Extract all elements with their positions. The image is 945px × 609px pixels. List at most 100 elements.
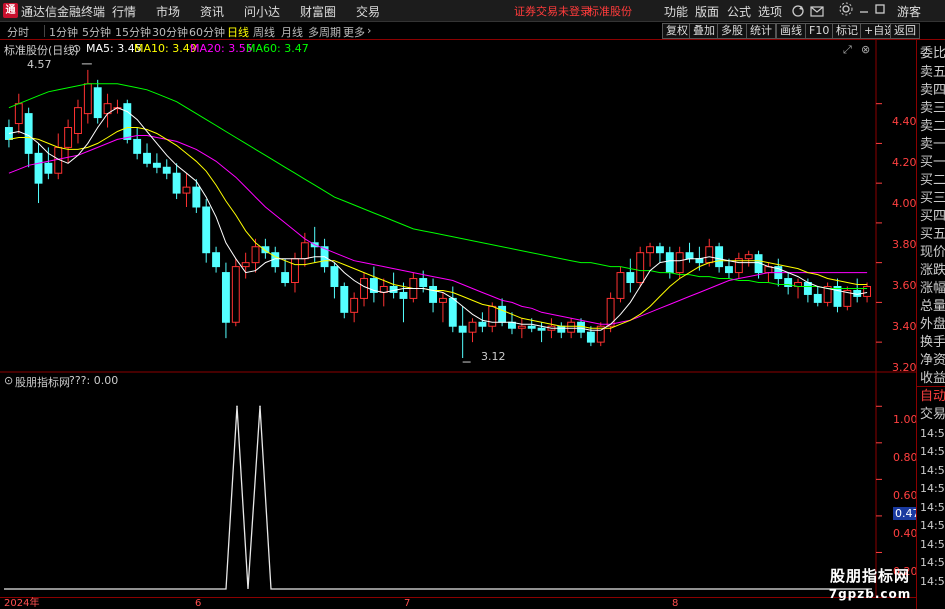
indicator-tick: 0.60 xyxy=(893,489,918,502)
tick-time: 14:56 xyxy=(920,575,945,588)
multi-stock-button[interactable]: 多股 xyxy=(717,23,747,39)
period-weekly[interactable]: 周线 xyxy=(253,24,275,40)
candle-up xyxy=(675,252,684,274)
tick-time: 14:56 xyxy=(920,445,945,458)
close-chart-icon[interactable]: ⊗ xyxy=(861,43,870,56)
app-title: 通达信金融终端 xyxy=(21,5,106,19)
period-15min[interactable]: 15分钟 xyxy=(115,24,151,40)
candle-down xyxy=(813,293,822,303)
candle-up xyxy=(468,321,477,333)
chevron-right-icon[interactable]: › xyxy=(367,24,371,37)
quote-label[interactable]: 买五 xyxy=(920,227,945,243)
settings-icon[interactable] xyxy=(838,2,854,18)
date-label: 6 xyxy=(195,598,202,609)
candle-up xyxy=(705,246,714,264)
period-5min[interactable]: 5分钟 xyxy=(82,24,111,40)
indicator-point xyxy=(236,405,238,408)
legend-ma60: MA60: 3.47 xyxy=(246,42,309,55)
candle-down xyxy=(586,331,595,343)
quote-label[interactable]: 卖五 xyxy=(920,65,945,81)
candle-down xyxy=(803,282,812,295)
candle-down xyxy=(281,272,290,284)
menu-trade[interactable]: 交易 xyxy=(356,3,380,20)
mark-button[interactable]: 标记 xyxy=(832,23,862,39)
candle-down xyxy=(143,152,151,164)
ma20-line xyxy=(8,135,868,325)
watermark: 股朋指标网 7gpzb.com xyxy=(820,566,920,609)
period-30min[interactable]: 30分钟 xyxy=(152,24,188,40)
candle-up xyxy=(438,297,447,303)
candle-down xyxy=(429,285,438,303)
back-button[interactable]: 返回 xyxy=(890,23,920,39)
menu-layout[interactable]: 版面 xyxy=(695,3,719,20)
legend-toggle-icon[interactable]: ⊙ xyxy=(72,42,81,55)
quote-label[interactable]: 卖四 xyxy=(920,83,945,99)
candle-down xyxy=(399,291,408,299)
period-monthly[interactable]: 月线 xyxy=(281,24,303,40)
tick-time: 14:56 xyxy=(920,501,945,514)
email-icon[interactable] xyxy=(810,6,824,17)
quote-label: 换手 xyxy=(920,335,945,350)
chart-area[interactable]: 标准股份(日线) ⊙ MA5: 3.45 MA10: 3.49 MA20: 3.… xyxy=(0,40,922,600)
period-60min[interactable]: 60分钟 xyxy=(189,24,225,40)
period-intraday[interactable]: 分时 xyxy=(7,24,29,40)
menu-function[interactable]: 功能 xyxy=(664,3,688,20)
quote-label[interactable]: 买一 xyxy=(920,155,945,171)
candle-down xyxy=(162,166,171,174)
watermark-title: 股朋指标网 xyxy=(829,567,910,585)
legend-ma10: MA10: 3.49 xyxy=(134,42,197,55)
quote-label[interactable]: 卖一 xyxy=(920,137,945,153)
menu-options[interactable]: 选项 xyxy=(758,3,782,20)
indicator-value: ???: 0.00 xyxy=(69,374,119,387)
title-bar: 通 通达信金融终端 行情 市场 资讯 问小达 财富圈 交易 证券交易未登录 标准… xyxy=(0,0,945,22)
quote-label[interactable]: 买二 xyxy=(920,173,945,189)
quote-panel: 委比 卖五 卖四 卖三 卖二 卖一 买一 买二 买三 买四 买五 现价 涨跌 涨… xyxy=(916,40,945,609)
menu-wealth[interactable]: 财富圈 xyxy=(300,3,336,20)
adjust-button[interactable]: 复权 xyxy=(662,23,692,39)
kline-chart[interactable] xyxy=(0,40,916,597)
menu-ask[interactable]: 问小达 xyxy=(244,3,280,20)
indicator-point xyxy=(259,405,261,408)
candle-up xyxy=(636,252,645,284)
candle-down xyxy=(192,186,201,208)
candle-down xyxy=(152,162,161,168)
expand-icon[interactable]: ⤢ xyxy=(843,43,852,57)
quote-label: 现价 xyxy=(920,245,945,260)
login-status[interactable]: 证券交易未登录 xyxy=(514,3,591,19)
candle-up xyxy=(83,83,92,115)
minimize-icon[interactable] xyxy=(856,2,872,18)
menu-formula[interactable]: 公式 xyxy=(727,3,751,20)
indicator-line xyxy=(4,406,872,590)
candle-down xyxy=(212,252,221,268)
maximize-icon[interactable] xyxy=(872,2,888,18)
quote-label[interactable]: 买三 xyxy=(920,191,945,207)
guest-user[interactable]: 游客 xyxy=(897,3,921,20)
indicator-title: 股朋指标网 xyxy=(15,376,70,389)
menu-quotes[interactable]: 行情 xyxy=(112,3,136,20)
quote-label[interactable]: 买四 xyxy=(920,209,945,225)
period-daily[interactable]: 日线 xyxy=(227,24,249,40)
refresh-icon[interactable] xyxy=(792,5,804,17)
f10-button[interactable]: F10 xyxy=(805,23,834,39)
price-tick: 4.20 xyxy=(892,156,917,169)
period-more[interactable]: 更多 xyxy=(343,24,365,40)
candle-up xyxy=(291,258,299,284)
period-multi[interactable]: 多周期 xyxy=(308,24,341,40)
tick-time: 14:56 xyxy=(920,427,945,440)
menu-market[interactable]: 市场 xyxy=(156,3,180,20)
draw-button[interactable]: 画线 xyxy=(776,23,806,39)
period-1min[interactable]: 1分钟 xyxy=(49,24,78,40)
candle-down xyxy=(685,252,694,260)
menu-news[interactable]: 资讯 xyxy=(200,3,224,20)
statistics-button[interactable]: 统计 xyxy=(746,23,776,39)
auto-trade-toggle[interactable]: 自动 xyxy=(920,389,945,405)
indicator-toggle-icon[interactable]: ⊙ xyxy=(4,374,13,387)
period-toolbar: 分时 1分钟 5分钟 15分钟 30分钟 60分钟 日线 周线 月线 多周期 更… xyxy=(0,22,945,40)
candle-up xyxy=(646,246,655,254)
tick-time: 14:56 xyxy=(920,538,945,551)
quote-label[interactable]: 卖三 xyxy=(920,101,945,117)
overlay-button[interactable]: 叠加 xyxy=(689,23,719,39)
quote-label[interactable]: 卖二 xyxy=(920,119,945,135)
candle-up xyxy=(74,107,82,134)
trade-button[interactable]: 交易 xyxy=(920,407,945,423)
